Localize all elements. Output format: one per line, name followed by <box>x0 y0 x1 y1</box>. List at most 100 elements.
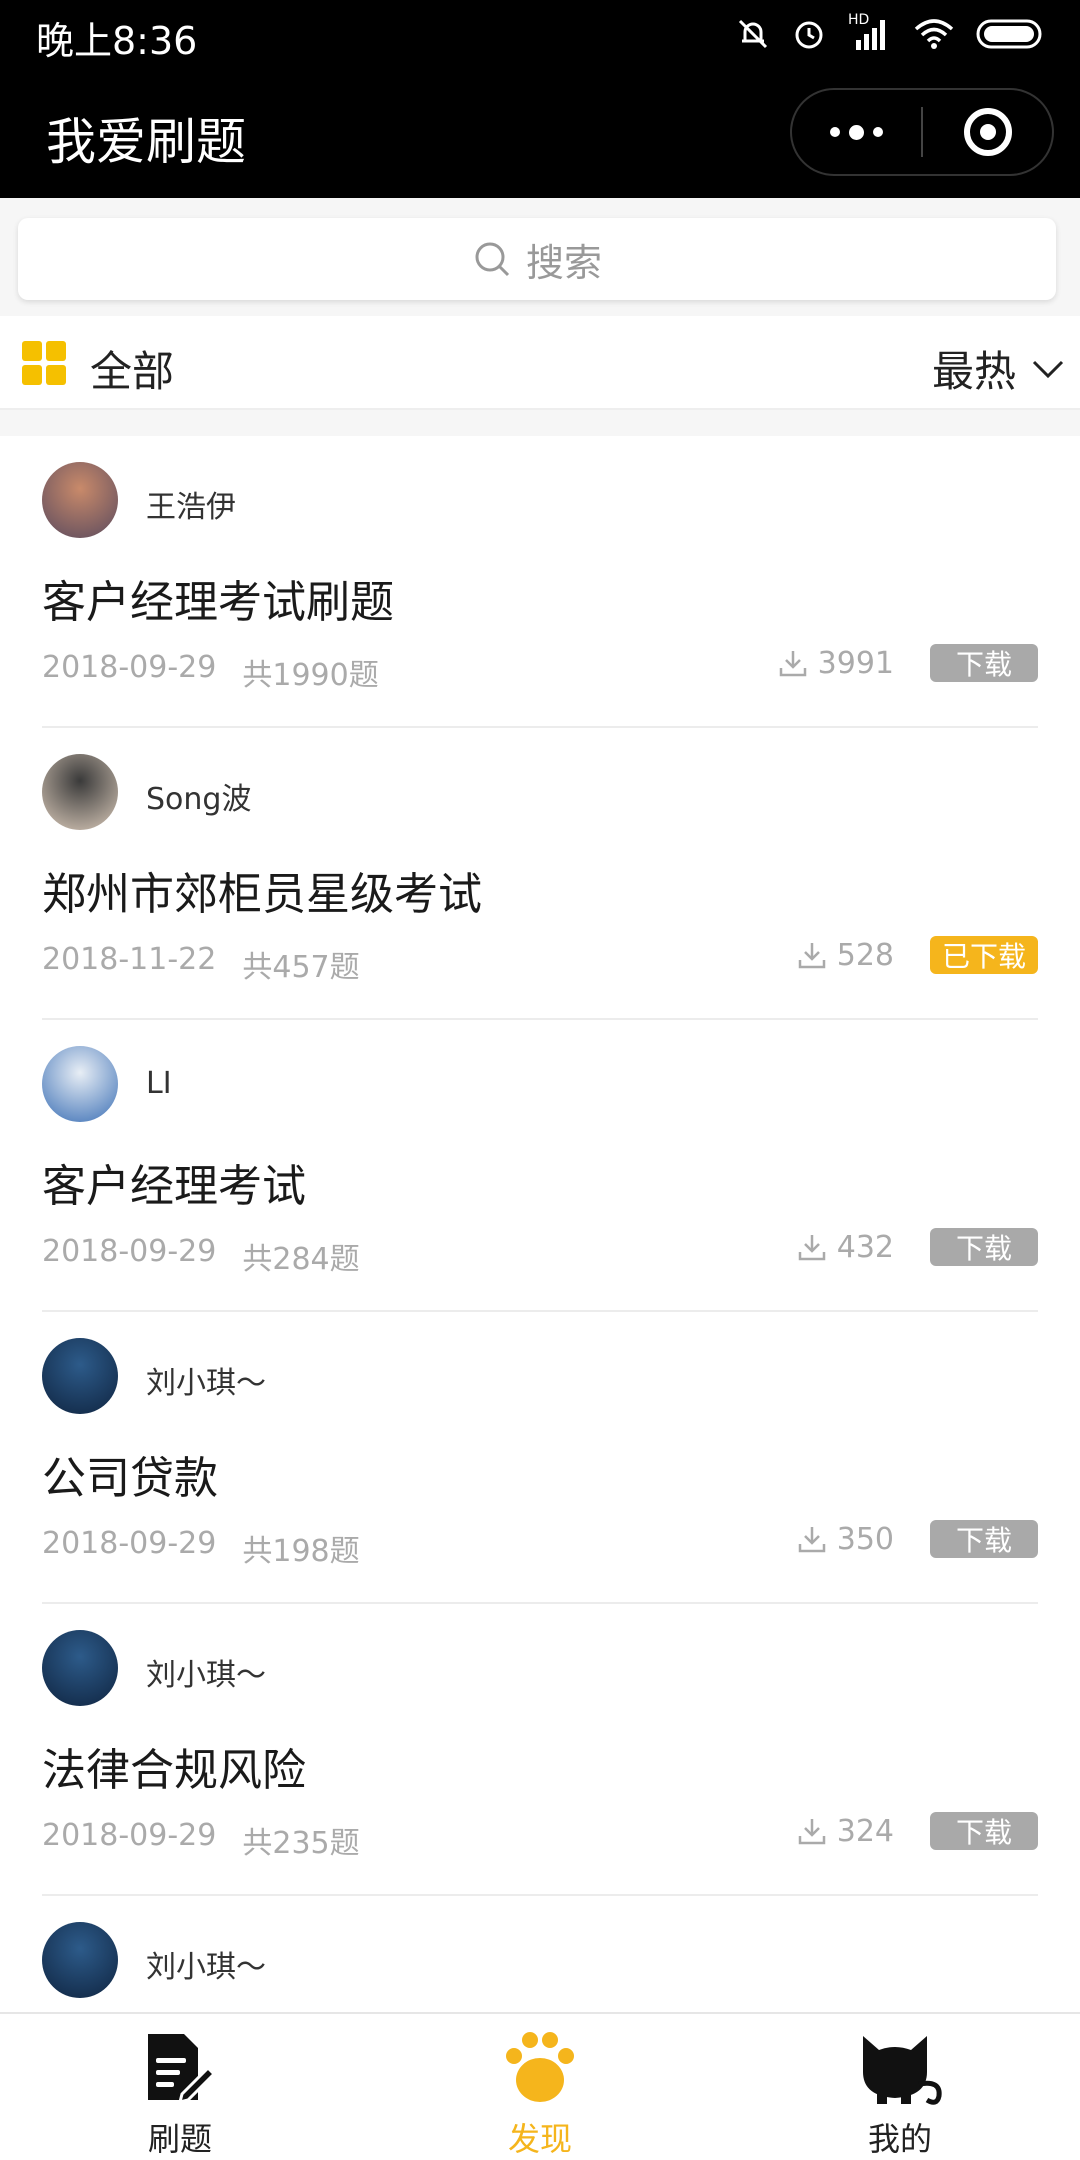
item-date: 2018-09-29 <box>42 1818 217 1853</box>
download-icon <box>798 1819 825 1845</box>
bank-title[interactable]: 客户经理考试刷题 <box>42 566 394 630</box>
status-time: 晚上8:36 <box>36 19 198 63</box>
list-item[interactable]: Song波 郑州市郊柜员星级考试 2018-11-22 共457题 528 已下… <box>42 728 1038 1020</box>
item-meta: 2018-09-29 共198题 <box>42 1526 360 1570</box>
question-count: 共235题 <box>242 1826 360 1861</box>
author-name: 王浩伊 <box>146 490 236 525</box>
question-count: 共1990题 <box>242 658 379 693</box>
item-date: 2018-09-29 <box>42 650 217 685</box>
download-number: 350 <box>836 1521 894 1557</box>
item-date: 2018-09-29 <box>42 1526 217 1561</box>
question-bank-list: 王浩伊 客户经理考试刷题 2018-09-29 共1990题 3991 下载 S… <box>0 436 1080 2012</box>
download-button[interactable]: 下载 <box>930 644 1038 682</box>
item-meta: 2018-09-29 共1990题 <box>42 650 379 694</box>
wifi-icon <box>914 19 954 49</box>
item-stats: 432 下载 <box>797 1228 1038 1266</box>
filter-bar: 全部 最热 <box>0 316 1080 410</box>
item-meta: 2018-09-29 共235题 <box>42 1818 360 1862</box>
chevron-down-icon <box>1032 360 1064 378</box>
avatar[interactable] <box>42 754 118 830</box>
tab-practice[interactable]: 刷题 <box>0 2014 360 2160</box>
download-count: 324 <box>797 1814 894 1849</box>
search-input[interactable]: 搜索 <box>18 218 1056 300</box>
download-button[interactable]: 下载 <box>930 1520 1038 1558</box>
list-item[interactable]: LI 客户经理考试 2018-09-29 共284题 432 下载 <box>42 1020 1038 1312</box>
battery-icon <box>976 19 1042 49</box>
download-number: 324 <box>836 1813 894 1849</box>
alarm-icon <box>795 21 823 49</box>
download-icon <box>798 1527 825 1553</box>
item-stats: 324 下载 <box>797 1812 1038 1850</box>
list-item[interactable]: 刘小琪～ 公司贷款 2018-09-29 共198题 350 下载 <box>42 1312 1038 1604</box>
avatar[interactable] <box>42 462 118 538</box>
status-bar: 晚上8:36 HD <box>0 0 1080 66</box>
tab-label: 发现 <box>507 2120 572 2158</box>
download-icon <box>779 651 806 677</box>
item-stats: 3991 下载 <box>778 644 1038 682</box>
download-button[interactable]: 下载 <box>930 1228 1038 1266</box>
bank-title[interactable]: 公司贷款 <box>42 1442 218 1506</box>
tab-mine[interactable]: 我的 <box>720 2014 1080 2160</box>
author-name: 刘小琪～ <box>146 1950 266 1985</box>
download-count: 350 <box>797 1522 894 1557</box>
paw-icon <box>500 2026 580 2110</box>
search-area: 搜索 <box>0 198 1080 316</box>
download-number: 528 <box>836 937 894 973</box>
author-name: 刘小琪～ <box>146 1366 266 1401</box>
item-stats: 350 下载 <box>797 1520 1038 1558</box>
download-count: 3991 <box>778 646 894 681</box>
question-count: 共457题 <box>242 950 360 985</box>
bank-title[interactable]: 法律合规风险 <box>42 1734 306 1798</box>
bank-title[interactable]: 客户经理考试 <box>42 1150 306 1214</box>
search-placeholder: 搜索 <box>525 240 602 285</box>
item-stats: 528 已下载 <box>797 936 1038 974</box>
mini-program-capsule <box>790 88 1054 176</box>
nav-bar: 我爱刷题 <box>0 66 1080 198</box>
more-icon <box>830 124 883 140</box>
author-name: LI <box>146 1066 172 1101</box>
more-button[interactable] <box>792 90 921 174</box>
item-date: 2018-11-22 <box>42 942 217 977</box>
cat-icon <box>855 2026 945 2110</box>
download-button[interactable]: 下载 <box>930 1812 1038 1850</box>
mute-bell-icon <box>738 19 768 49</box>
item-meta: 2018-09-29 共284题 <box>42 1234 360 1278</box>
list-item[interactable]: 王浩伊 客户经理考试刷题 2018-09-29 共1990题 3991 下载 <box>42 436 1038 728</box>
avatar[interactable] <box>42 1922 118 1998</box>
tab-bar: 刷题 发现 我的 <box>0 2012 1080 2160</box>
list-item[interactable]: 刘小琪～ 法律合规风险 2018-09-29 共235题 324 下载 <box>42 1604 1038 1896</box>
bank-title[interactable]: 郑州市郊柜员星级考试 <box>42 858 482 922</box>
notepad-pen-icon <box>142 2026 218 2110</box>
list-gap <box>0 410 1080 436</box>
search-icon <box>475 242 510 277</box>
sort-dropdown[interactable]: 最热 <box>932 338 1064 399</box>
question-count: 共198题 <box>242 1534 360 1569</box>
item-meta: 2018-11-22 共457题 <box>42 942 360 986</box>
signal-icon: HD <box>848 12 892 52</box>
download-count: 528 <box>797 938 894 973</box>
avatar[interactable] <box>42 1630 118 1706</box>
list-item[interactable]: 刘小琪～ <box>42 1896 1038 2012</box>
tab-label: 刷题 <box>147 2120 212 2158</box>
status-icons: HD <box>736 12 1046 56</box>
item-date: 2018-09-29 <box>42 1234 217 1269</box>
download-icon <box>798 943 825 969</box>
avatar[interactable] <box>42 1046 118 1122</box>
sort-label: 最热 <box>931 347 1016 396</box>
category-filter[interactable]: 全部 <box>90 338 174 399</box>
author-name: Song波 <box>146 782 252 817</box>
download-count: 432 <box>797 1230 894 1265</box>
category-grid-icon[interactable] <box>22 341 66 385</box>
download-icon <box>798 1235 825 1261</box>
downloaded-badge[interactable]: 已下载 <box>930 936 1038 974</box>
question-count: 共284题 <box>242 1242 360 1277</box>
tab-label: 我的 <box>867 2120 932 2158</box>
page-title: 我爱刷题 <box>46 113 246 171</box>
author-name: 刘小琪～ <box>146 1658 266 1693</box>
target-icon <box>963 108 1012 156</box>
avatar[interactable] <box>42 1338 118 1414</box>
download-number: 3991 <box>817 645 894 681</box>
close-button[interactable] <box>923 90 1052 174</box>
download-number: 432 <box>836 1229 894 1265</box>
tab-discover[interactable]: 发现 <box>360 2014 720 2160</box>
